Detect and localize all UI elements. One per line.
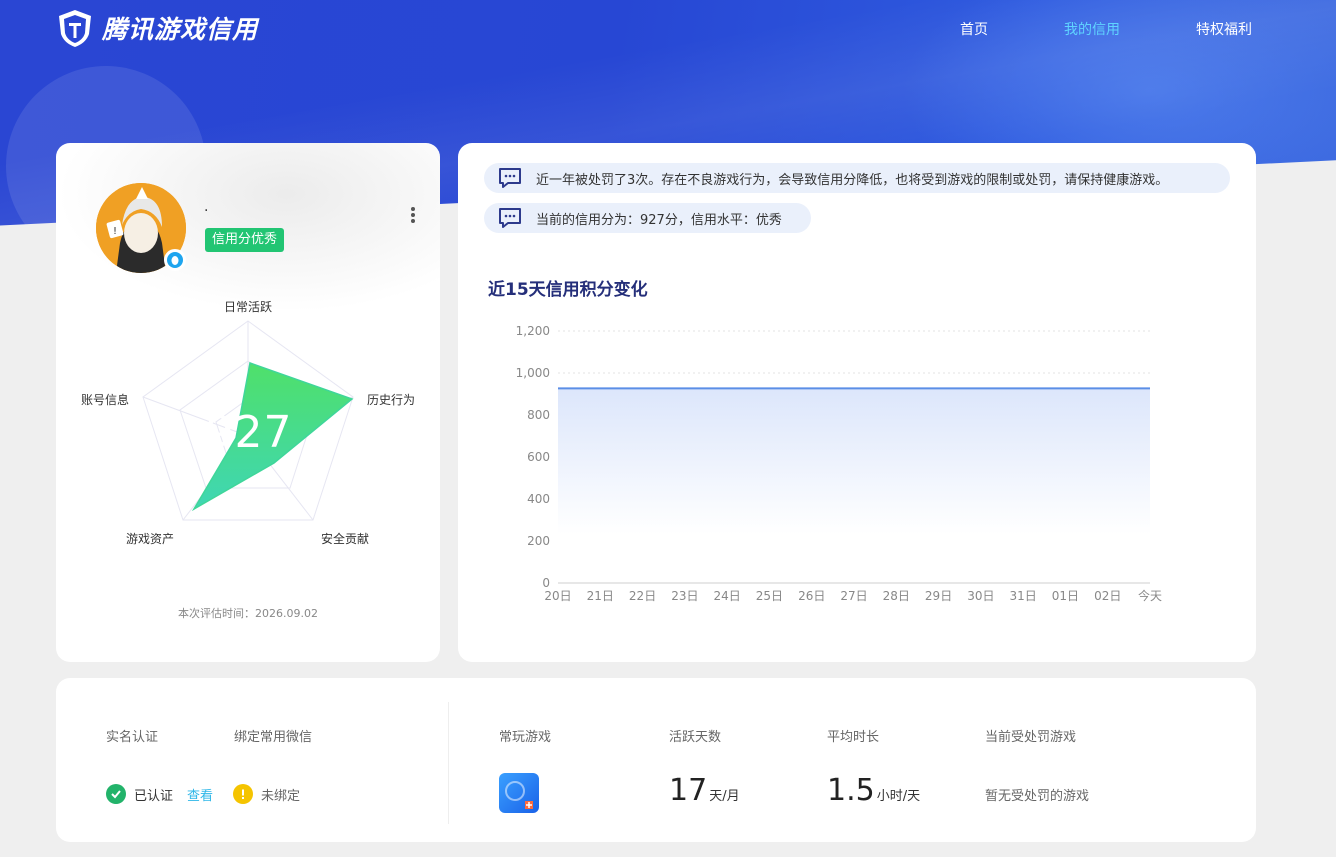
punished-games-label: 当前受处罚游戏 bbox=[985, 730, 1077, 745]
active-days-label: 活跃天数 bbox=[669, 730, 722, 745]
x-tick-label: 今天 bbox=[1138, 588, 1162, 603]
wechat-status-text[interactable]: 未绑定 bbox=[261, 785, 300, 804]
chart-title: 近15天信用积分变化 bbox=[488, 280, 648, 300]
y-tick-label: 1,200 bbox=[516, 324, 550, 338]
y-tick-label: 800 bbox=[527, 408, 550, 422]
y-tick-label: 200 bbox=[527, 534, 550, 548]
nav-my-credit[interactable]: 我的信用 bbox=[1064, 19, 1120, 39]
top-nav: 首页 我的信用 特权福利 bbox=[0, 19, 1336, 39]
realname-status: 已认证 查看 bbox=[106, 784, 213, 804]
more-options-icon[interactable] bbox=[408, 205, 418, 227]
credit-chart-card: 近一年被处罚了3次。存在不良游戏行为，会导致信用分降低，也将受到游戏的限制或处罚… bbox=[458, 143, 1256, 662]
x-tick-label: 21日 bbox=[587, 589, 614, 603]
avg-time-unit: 小时/天 bbox=[876, 789, 921, 804]
x-tick-label: 28日 bbox=[883, 589, 910, 603]
score-notice: 当前的信用分为：927分，信用水平：优秀 bbox=[484, 203, 811, 233]
section-divider bbox=[448, 702, 449, 824]
game-app-icon[interactable] bbox=[499, 773, 539, 813]
nav-privileges[interactable]: 特权福利 bbox=[1196, 19, 1252, 39]
x-tick-label: 22日 bbox=[629, 589, 656, 603]
penalty-notice-text: 近一年被处罚了3次。存在不良游戏行为，会导致信用分降低，也将受到游戏的限制或处罚… bbox=[536, 172, 1169, 188]
y-tick-label: 0 bbox=[542, 576, 550, 590]
account-info-card: 实名认证 绑定常用微信 已认证 查看 未绑定 常玩游戏 活跃天数 平均时长 当前… bbox=[56, 678, 1256, 842]
nav-home[interactable]: 首页 bbox=[960, 19, 988, 39]
warning-circle-icon bbox=[233, 784, 253, 804]
x-tick-label: 27日 bbox=[840, 589, 867, 603]
score-notice-text: 当前的信用分为：927分，信用水平：优秀 bbox=[536, 212, 782, 228]
x-tick-label: 30日 bbox=[967, 589, 994, 603]
games-label: 常玩游戏 bbox=[499, 730, 552, 745]
qq-penguin-icon bbox=[164, 249, 186, 271]
punished-games-value: 暂无受处罚的游戏 bbox=[985, 789, 1090, 804]
x-tick-label: 25日 bbox=[756, 589, 783, 603]
wechat-label: 绑定常用微信 bbox=[234, 730, 313, 745]
credit-score: 927 bbox=[205, 407, 293, 458]
radar-label-history: 历史行为 bbox=[367, 393, 416, 407]
x-tick-label: 02日 bbox=[1094, 589, 1121, 603]
x-tick-label: 24日 bbox=[714, 589, 741, 603]
radar-label-assets: 游戏资产 bbox=[126, 532, 175, 546]
avg-time-stat: 1.5 小时/天 bbox=[827, 774, 920, 808]
credit-level-badge: 信用分优秀 bbox=[205, 228, 285, 252]
radar-label-account: 账号信息 bbox=[81, 393, 130, 407]
active-days-value: 17 bbox=[669, 773, 708, 808]
avg-time-label: 平均时长 bbox=[827, 730, 880, 745]
message-icon bbox=[499, 208, 521, 228]
nickname: · bbox=[204, 203, 209, 219]
svg-text:!: ! bbox=[113, 226, 117, 237]
radar-label-security: 安全贡献 bbox=[321, 532, 370, 546]
check-circle-icon bbox=[106, 784, 126, 804]
wechat-status: 未绑定 bbox=[233, 784, 300, 804]
penalty-notice: 近一年被处罚了3次。存在不良游戏行为，会导致信用分降低，也将受到游戏的限制或处罚… bbox=[484, 163, 1230, 193]
series-area bbox=[558, 388, 1150, 583]
realname-status-text: 已认证 bbox=[134, 788, 174, 804]
active-days-stat: 17 天/月 bbox=[669, 774, 740, 808]
view-realname-link[interactable]: 查看 bbox=[187, 785, 213, 804]
x-tick-label: 20日 bbox=[544, 589, 571, 603]
realname-label: 实名认证 bbox=[106, 730, 159, 745]
x-tick-label: 23日 bbox=[671, 589, 698, 603]
avg-time-value: 1.5 bbox=[827, 773, 875, 808]
x-tick-label: 31日 bbox=[1010, 589, 1037, 603]
evaluation-time: 本次评估时间：2026.09.02 bbox=[178, 607, 318, 620]
radar-label-daily: 日常活跃 bbox=[224, 300, 273, 314]
y-tick-label: 600 bbox=[527, 450, 550, 464]
message-icon bbox=[499, 168, 521, 188]
x-tick-label: 01日 bbox=[1052, 589, 1079, 603]
y-tick-label: 400 bbox=[527, 492, 550, 506]
credit-line-chart: 0 200 400 600 800 1,000 1,200 20日 21日 22日 23日 24日 25… bbox=[516, 324, 1162, 603]
profile-card: ! · 信用分优秀 日常活跃 历史行为 安全贡献 游戏资产 账号信息 927 本… bbox=[56, 143, 440, 662]
active-days-unit: 天/月 bbox=[709, 789, 740, 804]
x-tick-label: 29日 bbox=[925, 589, 952, 603]
x-tick-label: 26日 bbox=[798, 589, 825, 603]
y-tick-label: 1,000 bbox=[516, 366, 550, 380]
